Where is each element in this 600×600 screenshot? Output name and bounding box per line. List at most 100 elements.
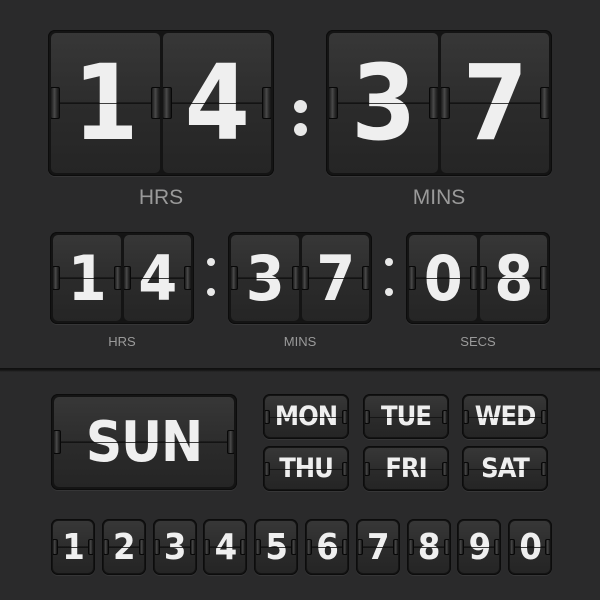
hinge-icon xyxy=(138,539,144,555)
flip-card: 8 xyxy=(408,521,449,573)
weekday-tile: TUE xyxy=(363,394,449,439)
hinge-icon xyxy=(362,266,369,290)
hinge-icon xyxy=(329,87,338,119)
digit-tile: 0 xyxy=(508,519,553,575)
hinge-icon xyxy=(540,87,549,119)
hinge-icon xyxy=(231,266,238,290)
digit-tile: 2 xyxy=(101,519,146,575)
hinge-icon xyxy=(227,430,234,454)
flip-card: 1 xyxy=(51,33,160,173)
hinge-icon xyxy=(442,461,447,476)
hinge-icon xyxy=(540,266,547,290)
small-minutes-display: 3 7 xyxy=(228,232,372,324)
small-hours-label: HRS xyxy=(108,334,136,349)
flip-card: SUN xyxy=(54,397,234,487)
hinge-icon xyxy=(392,539,398,555)
digit-tile: 8 xyxy=(406,519,451,575)
digit-tile: 1 xyxy=(51,519,95,575)
hinge-icon xyxy=(113,266,121,290)
digit-tile: 4 xyxy=(203,519,248,575)
flip-card: 2 xyxy=(103,521,144,573)
hinge-icon xyxy=(443,539,449,555)
hinge-icon xyxy=(154,539,160,555)
hinge-icon xyxy=(240,539,246,555)
flip-card: 4 xyxy=(123,235,191,321)
current-weekday-display: SUN xyxy=(51,394,237,490)
flip-card: 4 xyxy=(162,33,271,173)
hinge-icon xyxy=(479,266,487,290)
hinge-icon xyxy=(123,266,131,290)
flip-card: 0 xyxy=(409,235,477,321)
hinge-icon xyxy=(365,461,370,476)
large-minutes-label: MINS xyxy=(412,186,466,209)
digit-tile: 7 xyxy=(355,519,400,575)
flip-card: MON xyxy=(265,396,347,437)
hinge-icon xyxy=(342,539,347,555)
hinge-icon xyxy=(265,409,270,424)
digit-tile: 6 xyxy=(305,519,349,575)
hinge-icon xyxy=(162,87,172,119)
hinge-icon xyxy=(442,409,447,424)
flip-card: 3 xyxy=(231,235,299,321)
small-seconds-display: 0 8 xyxy=(406,232,550,324)
flip-card: 3 xyxy=(329,33,438,173)
hinge-icon xyxy=(88,539,93,555)
hinge-icon xyxy=(545,539,551,555)
flip-card: 4 xyxy=(205,521,246,573)
hinge-icon xyxy=(150,87,160,119)
flip-card: FRI xyxy=(365,448,447,489)
hinge-icon xyxy=(184,266,191,290)
hinge-icon xyxy=(291,266,299,290)
weekday-tile: WED xyxy=(462,394,548,439)
hinge-icon xyxy=(53,266,60,290)
hinge-icon xyxy=(51,87,60,119)
hinge-icon xyxy=(205,539,211,555)
hinge-icon xyxy=(459,539,465,555)
digit-tile: 5 xyxy=(254,519,299,575)
flip-card: 5 xyxy=(256,521,297,573)
flip-card: THU xyxy=(265,448,347,489)
hinge-icon xyxy=(301,266,309,290)
hinge-icon xyxy=(469,266,477,290)
flip-card: 3 xyxy=(154,521,195,573)
hinge-icon xyxy=(440,87,450,119)
hinge-icon xyxy=(342,461,347,476)
hinge-icon xyxy=(53,539,58,555)
hinge-icon xyxy=(291,539,297,555)
digit-tile: 3 xyxy=(152,519,197,575)
flip-card: 1 xyxy=(53,235,121,321)
large-hours-label: HRS xyxy=(138,186,184,209)
hinge-icon xyxy=(357,539,363,555)
weekday-tile: MON xyxy=(263,394,349,439)
section-divider xyxy=(0,368,600,372)
hinge-icon xyxy=(494,539,500,555)
flip-card: 7 xyxy=(440,33,549,173)
hinge-icon xyxy=(541,409,546,424)
flip-card: 9 xyxy=(459,521,500,573)
hinge-icon xyxy=(464,461,469,476)
large-hours-display: 1 4 xyxy=(48,30,274,176)
hinge-icon xyxy=(365,409,370,424)
hinge-icon xyxy=(464,409,469,424)
hinge-icon xyxy=(262,87,271,119)
flip-card: 6 xyxy=(307,521,347,573)
small-hours-display: 1 4 xyxy=(50,232,194,324)
hinge-icon xyxy=(428,87,438,119)
hinge-icon xyxy=(408,539,414,555)
flip-card: 7 xyxy=(357,521,398,573)
hinge-icon xyxy=(189,539,195,555)
digit-tile: 9 xyxy=(457,519,502,575)
weekday-tile: FRI xyxy=(363,446,449,491)
small-minutes-label: MINS xyxy=(283,334,317,349)
hinge-icon xyxy=(256,539,262,555)
hinge-icon xyxy=(541,461,546,476)
flip-card: SAT xyxy=(464,448,546,489)
hinge-icon xyxy=(54,430,61,454)
flip-card: 8 xyxy=(479,235,547,321)
weekday-tile: SAT xyxy=(462,446,548,491)
flip-card: 0 xyxy=(510,521,551,573)
flip-card: TUE xyxy=(365,396,447,437)
hinge-icon xyxy=(307,539,312,555)
large-minutes-display: 3 7 xyxy=(326,30,552,176)
small-seconds-label: SECS xyxy=(460,334,496,349)
